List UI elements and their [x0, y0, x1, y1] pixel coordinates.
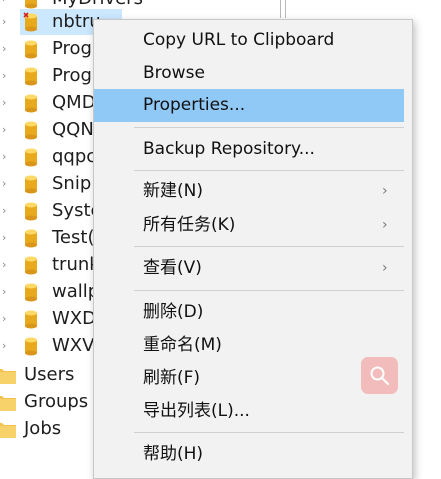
chevron-right-icon: ›	[382, 260, 388, 276]
tree-item-label: Jobs	[24, 418, 62, 439]
chevron-right-icon[interactable]: ›	[2, 313, 12, 325]
chevron-right-icon[interactable]: ›	[2, 259, 12, 271]
menu-item-label: Properties...	[143, 95, 246, 115]
menu-item-label: 刷新(F)	[143, 368, 201, 388]
menu-item-label: Copy URL to Clipboard	[143, 30, 335, 50]
menu-item-label: 删除(D)	[143, 302, 204, 322]
chevron-right-icon[interactable]: ›	[2, 0, 12, 5]
tree-item-label: Users	[24, 364, 75, 385]
menu-item-label: 新建(N)	[143, 181, 203, 201]
menu-item-view[interactable]: 查看(V) ›	[94, 252, 412, 285]
tree-item-label: Test(	[52, 227, 95, 248]
tree-item-label: Prog	[52, 65, 92, 86]
database-icon	[25, 337, 37, 356]
menu-item-label: 查看(V)	[143, 258, 202, 278]
folder-icon	[0, 369, 16, 384]
chevron-right-icon[interactable]: ›	[2, 205, 12, 217]
menu-item-help[interactable]: 帮助(H)	[94, 438, 412, 471]
menu-separator	[134, 246, 404, 247]
database-icon	[23, 12, 37, 32]
menu-item-label: 重命名(M)	[143, 335, 222, 355]
tree-item-label: Prog	[52, 38, 92, 59]
splitter[interactable]	[280, 0, 286, 18]
menu-item-browse[interactable]: Browse	[94, 57, 412, 90]
menu-item-label: Browse	[143, 63, 205, 83]
menu-item-label: 所有任务(K)	[143, 215, 236, 235]
menu-item-label: Backup Repository...	[143, 139, 315, 159]
menu-separator	[134, 290, 404, 291]
chevron-right-icon[interactable]: ›	[2, 16, 12, 28]
chevron-right-icon: ›	[382, 183, 388, 199]
database-icon	[25, 283, 37, 302]
menu-item-export-list[interactable]: 导出列表(L)...	[94, 395, 412, 428]
database-icon	[25, 310, 37, 329]
tree-item-label: qqpc	[52, 146, 97, 167]
folder-icon	[0, 423, 16, 438]
tree-item-label: Groups	[24, 391, 89, 412]
menu-item-all-tasks[interactable]: 所有任务(K) ›	[94, 209, 412, 242]
database-icon	[25, 94, 37, 113]
chevron-right-icon[interactable]: ›	[2, 43, 12, 55]
database-icon	[25, 121, 37, 140]
database-icon	[25, 175, 37, 194]
search-icon	[370, 366, 390, 386]
menu-item-delete[interactable]: 删除(D)	[94, 296, 412, 329]
tree-item-label: Snip	[52, 173, 92, 194]
database-icon	[25, 256, 37, 275]
chevron-right-icon[interactable]: ›	[2, 286, 12, 298]
chevron-right-icon[interactable]: ›	[2, 70, 12, 82]
tree-item-label: QMD	[52, 92, 96, 113]
chevron-right-icon[interactable]: ›	[2, 232, 12, 244]
chevron-right-icon[interactable]: ›	[2, 178, 12, 190]
tree-item-label: QQN	[52, 119, 94, 140]
menu-highlight	[94, 89, 404, 122]
database-icon	[25, 40, 37, 59]
tree-item-label: WXV	[52, 335, 95, 356]
database-icon	[25, 148, 37, 167]
database-icon	[25, 202, 37, 221]
menu-item-backup-repository[interactable]: Backup Repository...	[94, 133, 412, 166]
chevron-right-icon[interactable]: ›	[2, 151, 12, 163]
database-icon	[25, 67, 37, 86]
menu-item-new[interactable]: 新建(N) ›	[94, 175, 412, 208]
menu-item-copy-url[interactable]: Copy URL to Clipboard	[94, 24, 412, 57]
menu-separator	[134, 432, 404, 433]
chevron-right-icon[interactable]: ›	[2, 124, 12, 136]
menu-item-properties[interactable]: Properties...	[94, 89, 412, 122]
menu-item-label: 导出列表(L)...	[143, 401, 250, 421]
chevron-right-icon: ›	[382, 217, 388, 233]
folder-icon	[0, 396, 16, 411]
menu-separator	[134, 170, 404, 171]
menu-separator	[134, 127, 404, 128]
menu-item-label: 帮助(H)	[143, 444, 204, 464]
floating-search-button[interactable]	[361, 357, 398, 394]
context-menu: Copy URL to Clipboard Browse Properties.…	[93, 19, 413, 479]
database-icon	[25, 229, 37, 248]
chevron-right-icon[interactable]: ›	[2, 97, 12, 109]
chevron-right-icon[interactable]: ›	[2, 340, 12, 352]
tree-item-label: WXD	[52, 308, 96, 329]
